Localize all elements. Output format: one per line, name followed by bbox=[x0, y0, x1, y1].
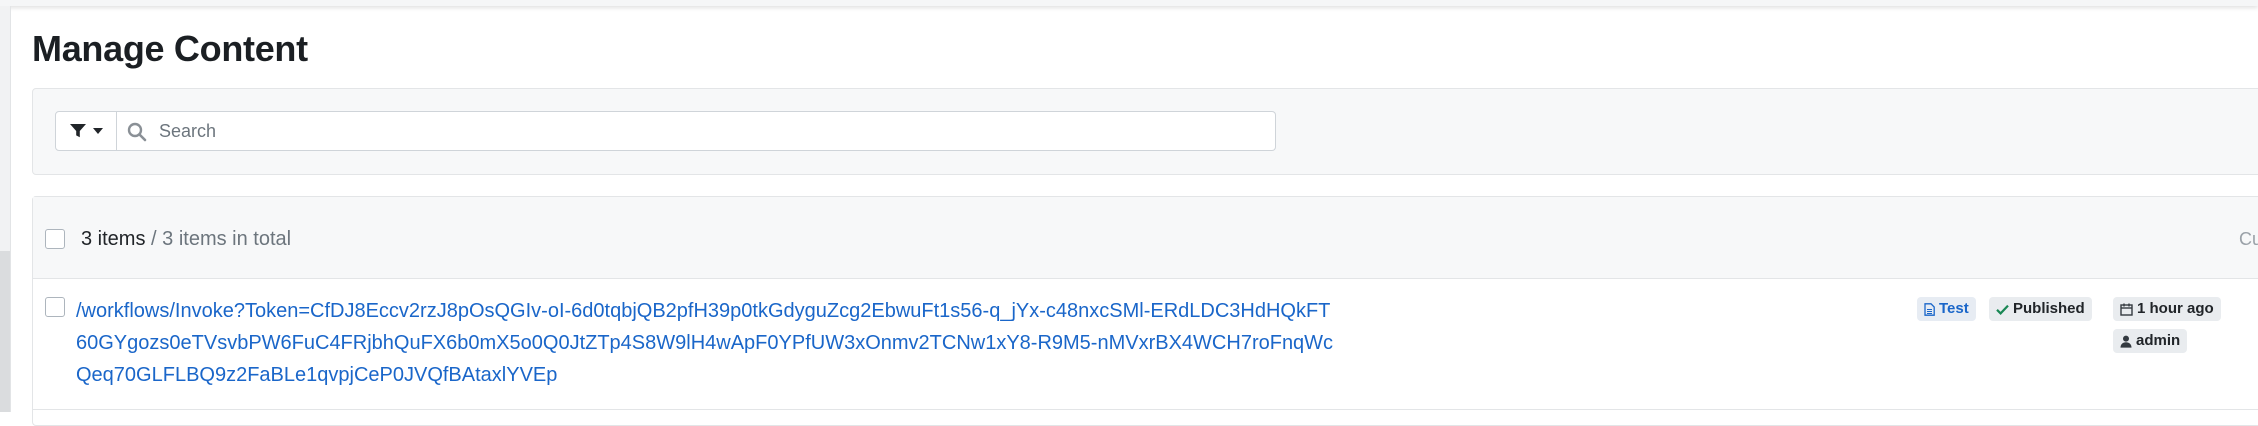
sidebar-shade bbox=[0, 251, 10, 412]
modified-time-label: 1 hour ago bbox=[2137, 300, 2214, 317]
search-icon bbox=[127, 122, 147, 142]
file-icon bbox=[1924, 302, 1935, 316]
content-item-link[interactable]: /workflows/Invoke?Token=CfDJ8Eccv2rzJ8pO… bbox=[76, 295, 1336, 391]
filter-bar bbox=[32, 88, 2258, 175]
top-nav-bar bbox=[0, 0, 2258, 6]
items-count: 3 items bbox=[81, 228, 146, 250]
list-item: /workflows/Invoke?Token=CfDJ8Eccv2rzJ8pO… bbox=[33, 279, 2258, 410]
content-type-label: Test bbox=[1939, 300, 1969, 317]
left-sidebar-edge bbox=[0, 6, 11, 412]
owner-badge: admin bbox=[2113, 329, 2188, 353]
select-all-checkbox[interactable] bbox=[45, 229, 65, 249]
items-total: / 3 items in total bbox=[145, 228, 292, 250]
calendar-icon bbox=[2120, 303, 2133, 316]
page-title: Manage Content bbox=[32, 28, 308, 69]
content-type-badge[interactable]: Test bbox=[1917, 297, 1976, 321]
filter-icon bbox=[69, 123, 87, 139]
search-input[interactable] bbox=[159, 112, 1259, 150]
published-status-badge: Published bbox=[1989, 297, 2092, 321]
check-icon bbox=[1996, 304, 2009, 315]
content-list: 3 items / 3 items in total Cu /workflows… bbox=[32, 196, 2258, 426]
owner-label: admin bbox=[2136, 332, 2181, 349]
item-checkbox[interactable] bbox=[45, 297, 65, 317]
user-icon bbox=[2120, 335, 2132, 348]
caret-down-icon bbox=[93, 128, 103, 134]
header-right-truncated[interactable]: Cu bbox=[2239, 229, 2258, 250]
modified-time-badge: 1 hour ago bbox=[2113, 297, 2221, 321]
status-label: Published bbox=[2013, 300, 2085, 317]
search-box bbox=[117, 111, 1276, 151]
filter-dropdown-button[interactable] bbox=[55, 111, 117, 151]
list-header: 3 items / 3 items in total Cu bbox=[33, 197, 2258, 279]
items-summary: 3 items / 3 items in total bbox=[81, 228, 291, 251]
